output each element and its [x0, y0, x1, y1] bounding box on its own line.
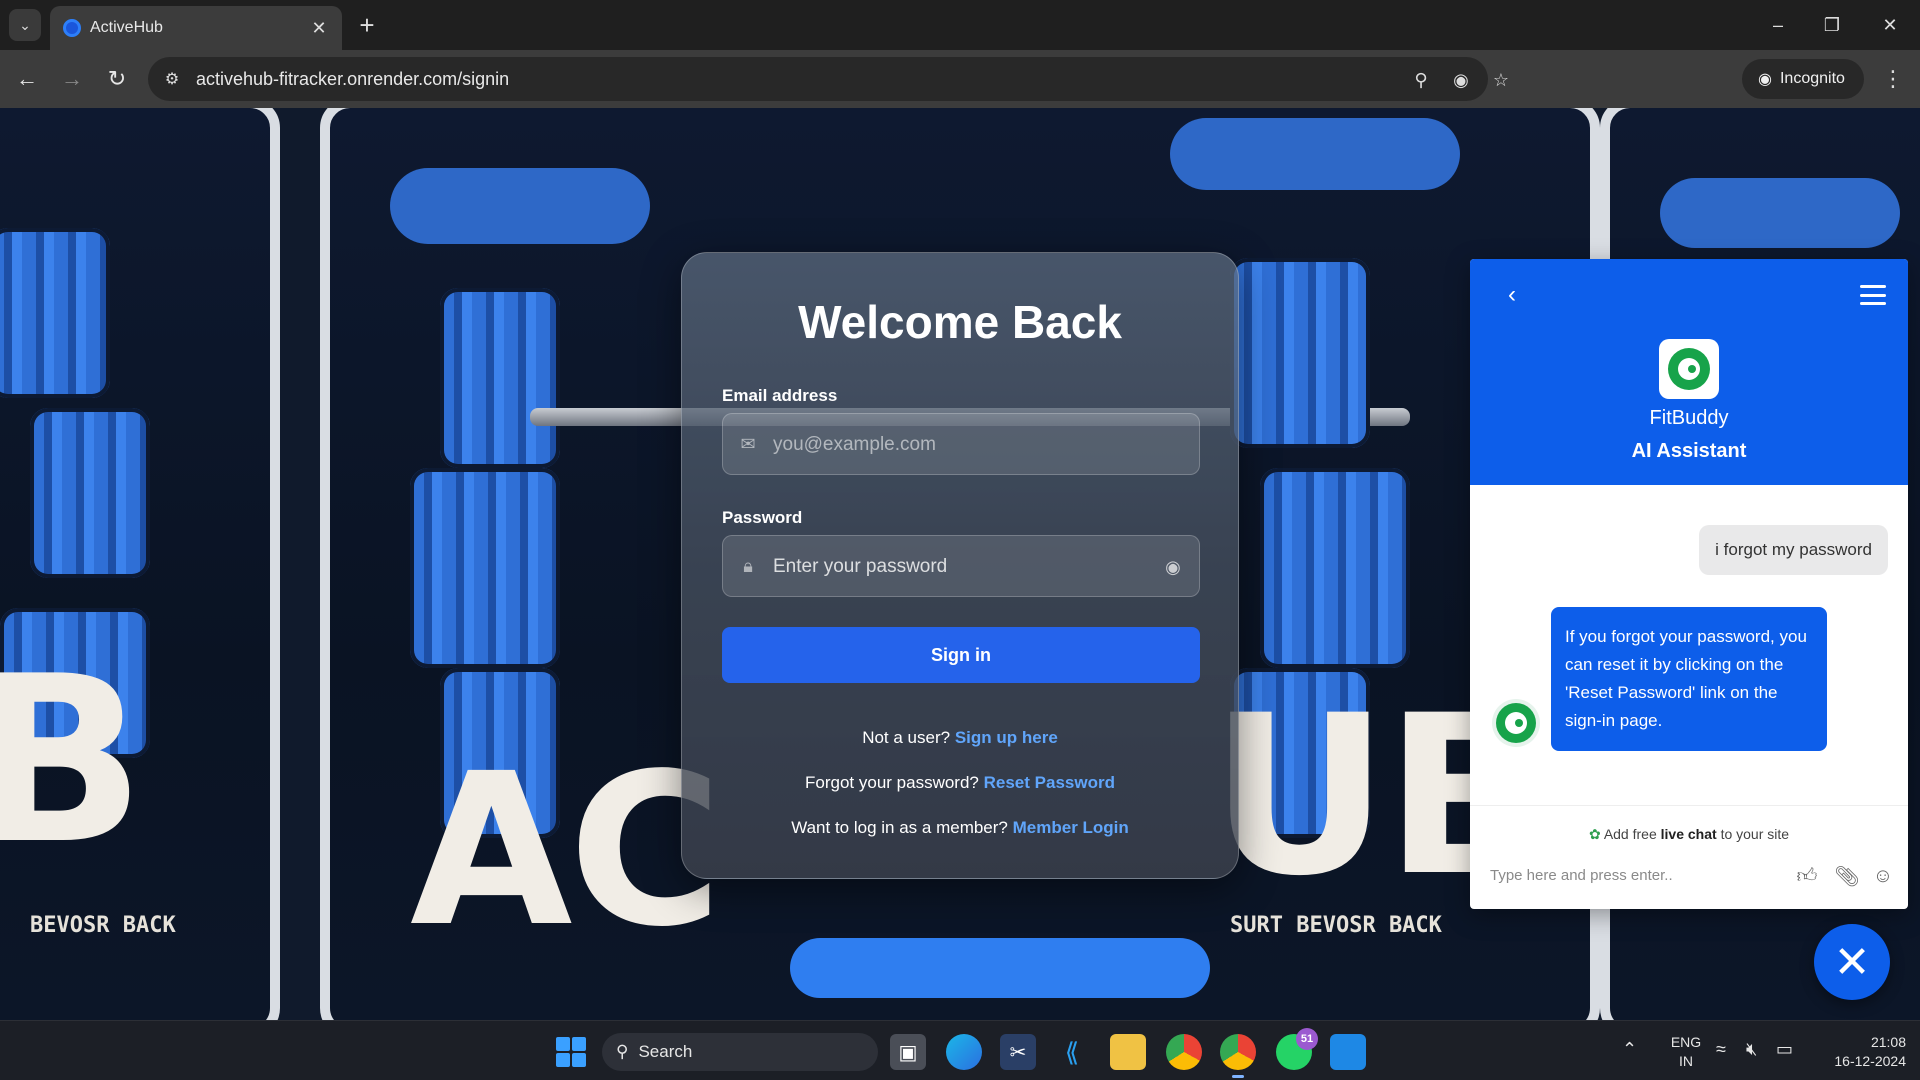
language-indicator[interactable]: ENG IN — [1668, 1033, 1704, 1071]
signup-line: Not a user? Sign up here — [682, 728, 1238, 748]
forgot-password-line: Forgot your password? Reset Password — [682, 773, 1238, 793]
chevron-down-icon: ⌄ — [19, 16, 31, 33]
chevron-up-icon[interactable]: ⌃ — [1622, 1039, 1637, 1060]
signin-card: Welcome Back Email address ✉ you@example… — [681, 252, 1239, 879]
lock-icon: 🔒︎ — [743, 555, 753, 576]
new-tab-button[interactable]: + — [352, 10, 382, 40]
back-arrow-icon[interactable]: ← — [12, 64, 42, 94]
password-label: Password — [722, 508, 803, 527]
windows-taskbar: ⚲ Search ▣ ✂ ⟪ 51 ⌃ ENG IN ≈ 🔇︎ ▭ 21:08 … — [0, 1020, 1920, 1080]
chrome-incognito-icon[interactable] — [1220, 1034, 1256, 1078]
edge-icon[interactable] — [946, 1034, 982, 1070]
chrome-icon[interactable] — [1166, 1034, 1202, 1070]
chat-back-icon[interactable]: ‹ — [1500, 281, 1524, 308]
file-explorer-icon[interactable] — [1110, 1034, 1146, 1070]
activehub-favicon-icon — [63, 19, 81, 37]
bot-avatar — [1659, 339, 1719, 399]
battery-icon[interactable]: ▭ — [1776, 1039, 1793, 1060]
leaf-icon: ✿ — [1588, 826, 1601, 842]
site-settings-icon[interactable]: ⚙ — [162, 69, 182, 89]
bot-message: If you forgot your password, you can res… — [1551, 607, 1827, 751]
star-icon[interactable]: ☆ — [1490, 69, 1512, 91]
browser-menu-icon[interactable]: ⋮ — [1880, 64, 1906, 94]
whatsapp-badge: 51 — [1296, 1028, 1318, 1050]
language-code: ENG — [1670, 1034, 1702, 1050]
key-icon[interactable]: ⚲ — [1410, 69, 1432, 91]
email-label: Email address — [722, 386, 838, 405]
show-password-eye-icon[interactable]: ◉ — [1161, 555, 1185, 579]
bot-message-avatar — [1492, 699, 1540, 747]
url-text: activehub-fitracker.onrender.com/signin — [196, 69, 510, 89]
clock-time: 21:08 — [1870, 1034, 1906, 1050]
search-icon: ⚲ — [616, 1042, 629, 1061]
start-button[interactable] — [556, 1037, 586, 1067]
signup-prompt: Not a user? — [862, 728, 951, 747]
emoji-icon[interactable]: ☺ — [1870, 863, 1896, 889]
promo-bold: live chat — [1660, 826, 1717, 842]
member-login-link[interactable]: Member Login — [1013, 818, 1129, 837]
chat-close-button[interactable]: ✕ — [1814, 924, 1890, 1000]
bot-name: FitBuddy — [1649, 407, 1729, 429]
incognito-label: Incognito — [1779, 70, 1845, 87]
user-message: i forgot my password — [1699, 525, 1888, 575]
restore-icon[interactable]: ❐ — [1812, 10, 1852, 40]
eye-slash-icon[interactable]: ◉ — [1450, 69, 1472, 91]
wifi-icon[interactable]: ≈ — [1716, 1039, 1726, 1060]
chat-menu-icon[interactable] — [1860, 285, 1886, 305]
chat-header: ‹ FitBuddy AI Assistant — [1470, 259, 1908, 485]
region-code: IN — [1679, 1053, 1693, 1069]
search-label: Search — [638, 1042, 693, 1061]
whatsapp-icon[interactable]: 51 — [1276, 1028, 1318, 1070]
promo-suffix: to your site — [1720, 826, 1790, 842]
email-placeholder: you@example.com — [773, 434, 936, 455]
member-login-line: Want to log in as a member? Member Login — [682, 818, 1238, 838]
window-close-icon[interactable]: ✕ — [1870, 10, 1910, 40]
chat-bubble-icon — [1496, 703, 1536, 743]
password-field[interactable]: 🔒︎ Enter your password ◉ — [722, 535, 1200, 597]
snipping-tool-icon[interactable]: ✂ — [1000, 1034, 1036, 1070]
vscode-icon[interactable]: ⟪ — [1054, 1034, 1090, 1070]
clock-date: 16-12-2024 — [1834, 1053, 1906, 1069]
forward-arrow-icon[interactable]: → — [57, 64, 87, 94]
sign-up-link[interactable]: Sign up here — [955, 728, 1058, 747]
member-prompt: Want to log in as a member? — [791, 818, 1008, 837]
browser-toolbar: ← → ↻ ⚙ activehub-fitracker.onrender.com… — [0, 50, 1920, 108]
minimize-icon[interactable]: – — [1758, 10, 1798, 40]
thumbs-up-icon[interactable]: 👍︎ — [1794, 863, 1820, 889]
forgot-prompt: Forgot your password? — [805, 773, 979, 792]
incognito-indicator[interactable]: ◉ Incognito — [1742, 59, 1864, 99]
email-field[interactable]: ✉ you@example.com — [722, 413, 1200, 475]
browser-tab-bar: ⌄ ActiveHub ✕ + – ❐ ✕ — [0, 0, 1920, 50]
paperclip-icon[interactable]: 📎︎ — [1834, 863, 1860, 889]
reload-icon[interactable]: ↻ — [102, 64, 132, 94]
photos-icon[interactable] — [1330, 1034, 1366, 1070]
mail-icon: ✉ — [740, 433, 756, 454]
task-view-icon[interactable]: ▣ — [890, 1034, 926, 1070]
reset-password-link[interactable]: Reset Password — [984, 773, 1115, 792]
live-chat-promo[interactable]: ✿ Add free live chat to your site — [1470, 805, 1908, 843]
system-clock[interactable]: 21:08 16-12-2024 — [1806, 1033, 1906, 1071]
bot-role: AI Assistant — [1631, 440, 1747, 462]
volume-muted-icon[interactable]: 🔇︎ — [1746, 1039, 1757, 1060]
browser-tab-activehub[interactable]: ActiveHub ✕ — [50, 6, 342, 50]
tab-search-button[interactable]: ⌄ — [9, 9, 41, 41]
tab-title: ActiveHub — [90, 19, 163, 36]
promo-prefix: Add free — [1603, 826, 1657, 842]
page-title: Welcome Back — [798, 296, 1122, 348]
background-poster-left: B BEVOSR BACK — [0, 108, 280, 1020]
sign-in-button[interactable]: Sign in — [722, 627, 1200, 683]
chat-widget: ‹ FitBuddy AI Assistant i forgot my pass… — [1470, 259, 1908, 909]
password-placeholder: Enter your password — [773, 556, 948, 577]
close-icon: ✕ — [1833, 937, 1871, 987]
taskbar-search[interactable]: ⚲ Search — [602, 1033, 878, 1071]
incognito-icon: ◉ — [1758, 71, 1772, 88]
close-tab-icon[interactable]: ✕ — [308, 17, 330, 39]
address-bar[interactable]: ⚙ activehub-fitracker.onrender.com/signi… — [148, 57, 1509, 101]
chat-message-input[interactable]: Type here and press enter.. — [1490, 867, 1673, 884]
chat-bubble-icon — [1668, 348, 1710, 390]
